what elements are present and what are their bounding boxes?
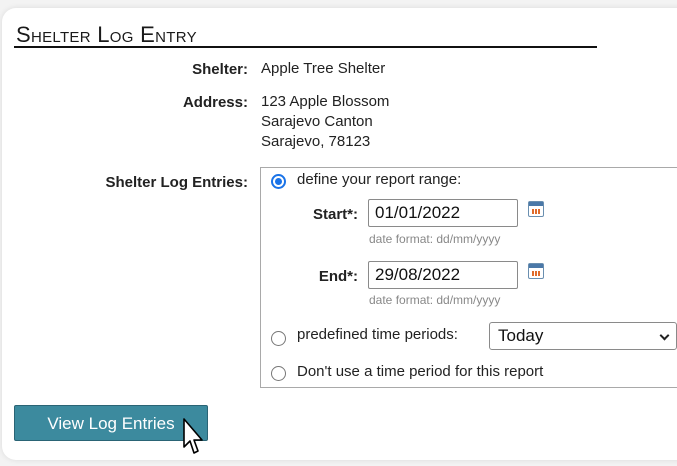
range-option-label[interactable]: define your report range: [297,171,461,188]
log-entries-label: Shelter Log Entries: [105,174,248,191]
address-value: 123 Apple Blossom Sarajevo Canton Saraje… [261,92,389,152]
calendar-icon[interactable] [528,263,544,279]
address-line: Sarajevo Canton [261,113,373,130]
address-line: 123 Apple Blossom [261,93,390,110]
shelter-value: Apple Tree Shelter [261,60,386,77]
end-label: End*: [318,268,358,285]
chevron-down-icon [659,330,670,341]
start-date-hint: date format: dd/mm/yyyy [369,232,501,246]
range-radio[interactable] [271,174,286,189]
calendar-icon[interactable] [528,201,544,217]
page-title: Shelter Log Entry [16,22,197,47]
view-log-entries-button[interactable]: View Log Entries [14,405,208,441]
predefined-period-value: Today [498,326,544,345]
start-label: Start*: [312,206,358,223]
no-period-option-label[interactable]: Don't use a time period for this report [297,363,543,380]
mouse-pointer-icon [183,418,203,454]
start-date-input[interactable] [368,199,518,227]
predefined-period-select[interactable]: Today [489,322,677,350]
no-period-radio[interactable] [271,366,286,381]
title-underline [14,46,597,48]
predefined-option-label[interactable]: predefined time periods: [297,326,458,343]
address-line: Sarajevo, 78123 [261,133,371,150]
end-date-input[interactable] [368,261,518,289]
end-date-hint: date format: dd/mm/yyyy [369,293,501,307]
shelter-label: Shelter: [192,61,248,78]
predefined-radio[interactable] [271,331,286,346]
address-label: Address: [182,94,248,111]
